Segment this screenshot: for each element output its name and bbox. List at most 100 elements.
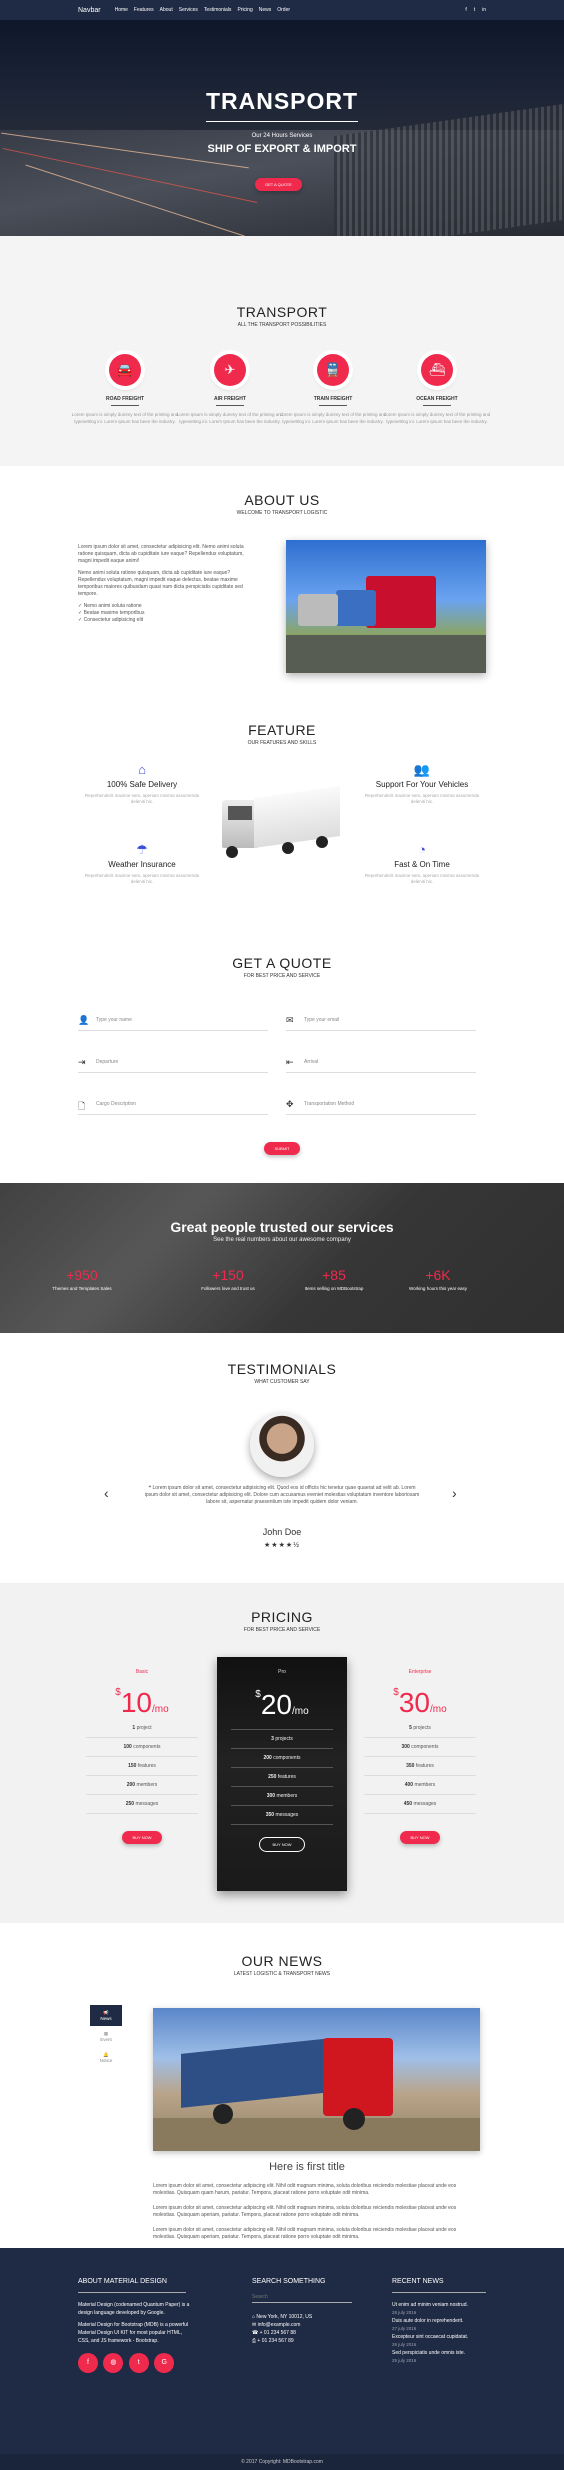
service-ocean: ⛴ OCEAN FREIGHT Lorem Ipsum is simply du… [382,354,492,425]
chevron-left-icon[interactable]: ‹ [104,1485,109,1501]
stat-item: +150 Followers love and trust us [201,1267,255,1291]
nav-link-testimonials[interactable]: Testimonials [204,7,232,13]
home-icon: ⌂ [138,762,146,777]
feature-item: ⌂ 100% Safe Delivery Reprehenderit maxim… [82,762,202,805]
feature-truck-image [222,785,340,868]
facebook-icon[interactable]: f [78,2353,98,2373]
testimonials-section: TESTIMONIALS WHAT CUSTOMER SAY ‹ › ❝ Lor… [0,1333,564,1583]
recent-news-link[interactable]: Duis aute dolor in reprehenderit. [392,2317,502,2325]
section-subtitle: OUR FEATURES AND SKILLS [247,740,317,746]
service-train: 🚆 TRAIN FREIGHT Lorem Ipsum is simply du… [278,354,388,425]
tab-notice[interactable]: 🔔 Notice [90,2047,122,2068]
nav-link-news[interactable]: News [259,7,272,13]
buy-now-button[interactable]: BUY NOW [259,1837,305,1852]
news-post-title: Here is first title [269,2161,345,2173]
list-item: Beatae maxime temporibus [83,610,145,616]
hero-bridge-image [334,103,564,236]
feature-desc: Reprehenderit maxime sem, aperiam minima… [364,793,480,804]
news-paragraph: Lorem ipsum dolor sit amet, consectetur … [153,2183,457,2196]
nav-link-pricing[interactable]: Pricing [237,7,252,13]
hero-tagline: SHIP OF EXPORT & IMPORT [207,143,357,155]
testimonial-quote: ❝ Lorem ipsum dolor sit amet, consectetu… [144,1485,420,1505]
hero-divider [206,121,358,122]
section-subtitle: FOR BEST PRICE AND SERVICE [243,1627,321,1633]
feature-item: ◔ Fast & On Time Reprehenderit maxime se… [362,842,482,885]
hero-subtitle: Our 24 Hours Services [251,133,313,139]
dribbble-icon[interactable]: ◍ [103,2353,124,2373]
file-icon: 🗋 [78,1101,86,1111]
feature-name: Fast & On Time [394,860,450,869]
news-paragraph: Lorem ipsum dolor sit amet, consectetur … [153,2205,457,2218]
navbar: Navbar Home Features About Services Test… [0,0,564,20]
feature-desc: Reprehenderit maxime sem, aperiam minima… [364,873,480,884]
recent-news-link[interactable]: Excepteur sint occaecat cupidatat. [392,2333,502,2341]
recent-news-link[interactable]: Ut enim ad minim veniam nostrud. [392,2301,502,2309]
departure-field[interactable]: ⇥ Departure [78,1053,268,1073]
footer-search: SEARCH SOMETHING ⌂ New York, NY 10012, U… [252,2278,364,2345]
sign-in-icon: ⇤ [286,1057,294,1067]
service-desc: Lorem Ipsum is simply dummy text of the … [71,412,179,424]
footer-text: Material Design for Bootstrap (MDB) is a… [78,2322,189,2344]
transport-method-field[interactable]: ✥ Transportation Method [286,1095,476,1115]
nav-link-features[interactable]: Features [134,7,154,13]
avatar [250,1413,314,1477]
feature-section: FEATURE OUR FEATURES AND SKILLS ⌂ 100% S… [0,696,564,941]
instagram-icon[interactable]: in [482,7,486,13]
name-field[interactable]: 👤 Type your name [78,1011,268,1031]
service-road: 🚘 ROAD FREIGHT Lorem Ipsum is simply dum… [70,354,180,425]
chevron-right-icon[interactable]: › [452,1485,457,1501]
service-name: TRAIN FREIGHT [313,396,353,402]
users-icon: 👥 [413,762,431,777]
service-name: ROAD FREIGHT [105,396,145,402]
navbar-brand[interactable]: Navbar [78,7,101,14]
feature-desc: Reprehenderit maxime sem, aperiam minima… [84,873,200,884]
quote-section: GET A QUOTE FOR BEST PRICE AND SERVICE 👤… [0,941,564,1181]
google-plus-icon[interactable]: G [154,2353,175,2373]
service-name: AIR FREIGHT [214,396,246,402]
tab-news[interactable]: 📢 News [90,2005,122,2026]
trusted-subtitle: See the real numbers about our awesome c… [213,1237,351,1243]
plan-price: $20/mo [255,1689,309,1720]
arrows-icon: ✥ [286,1099,294,1109]
feature-item: ☂ Weather Insurance Reprehenderit maxime… [82,842,202,885]
tab-event[interactable]: ▦ Event [90,2026,122,2047]
pricing-section: PRICING FOR BEST PRICE AND SERVICE Basic… [0,1583,564,1923]
recent-news-link[interactable]: Sed perspiciatis unde omnis iste. [392,2349,502,2357]
twitter-icon[interactable]: t [128,2353,149,2373]
buy-now-button[interactable]: BUY NOW [122,1831,162,1844]
service-desc: Lorem Ipsum is simply dummy text of the … [279,412,387,424]
ship-icon: ⛴ [421,354,453,386]
plan-price: $30/mo [393,1687,447,1718]
arrival-field[interactable]: ⇤ Arrival [286,1053,476,1073]
footer: ABOUT MATERIAL DESIGN Material Design (c… [0,2248,564,2470]
plane-icon: ✈ [214,354,246,386]
feature-name: Support For Your Vehicles [375,780,469,789]
submit-button[interactable]: SUBMIT [264,1142,300,1155]
email-field[interactable]: ✉ Type your email [286,1011,476,1031]
transport-section: TRANSPORT ALL THE TRANSPORT POSSIBILITIE… [0,236,564,466]
copyright: © 2017 Copyright: MDBootstrap.com [0,2454,564,2470]
nav-link-order[interactable]: Order [277,7,290,13]
footer-heading: RECENT NEWS [392,2278,444,2285]
twitter-icon[interactable]: t [474,7,475,13]
footer-search-input[interactable] [252,2292,352,2303]
phone-icon: ☎ [252,2330,260,2336]
get-quote-button[interactable]: GET A QUOTE [255,178,302,191]
news-tabs: 📢 News ▦ Event 🔔 Notice [90,2005,122,2068]
train-icon: 🚆 [317,354,349,386]
nav-link-home[interactable]: Home [115,7,128,13]
nav-link-about[interactable]: About [160,7,173,13]
trusted-title: Great people trusted our services [170,1219,394,1235]
check-list: ✓ Nemo animi soluta ratione ✓ Beatae max… [78,603,248,624]
cargo-description-field[interactable]: 🗋 Cargo Description [78,1095,268,1115]
nav-link-services[interactable]: Services [179,7,198,13]
news-paragraph: Lorem ipsum dolor sit amet, consectetur … [153,2227,457,2240]
footer-recent-news: RECENT NEWS Ut enim ad minim veniam nost… [392,2278,502,2365]
stat-item: +950 Themes and Templates Sales [52,1267,112,1291]
facebook-icon[interactable]: f [465,7,466,13]
sign-out-icon: ⇥ [78,1057,86,1067]
buy-now-button[interactable]: BUY NOW [400,1831,440,1844]
plan-name: Enterprise [408,1669,432,1675]
about-paragraph: Lorem ipsum dolor sit amet, consectetur … [78,544,244,564]
service-air: ✈ AIR FREIGHT Lorem Ipsum is simply dumm… [175,354,285,425]
